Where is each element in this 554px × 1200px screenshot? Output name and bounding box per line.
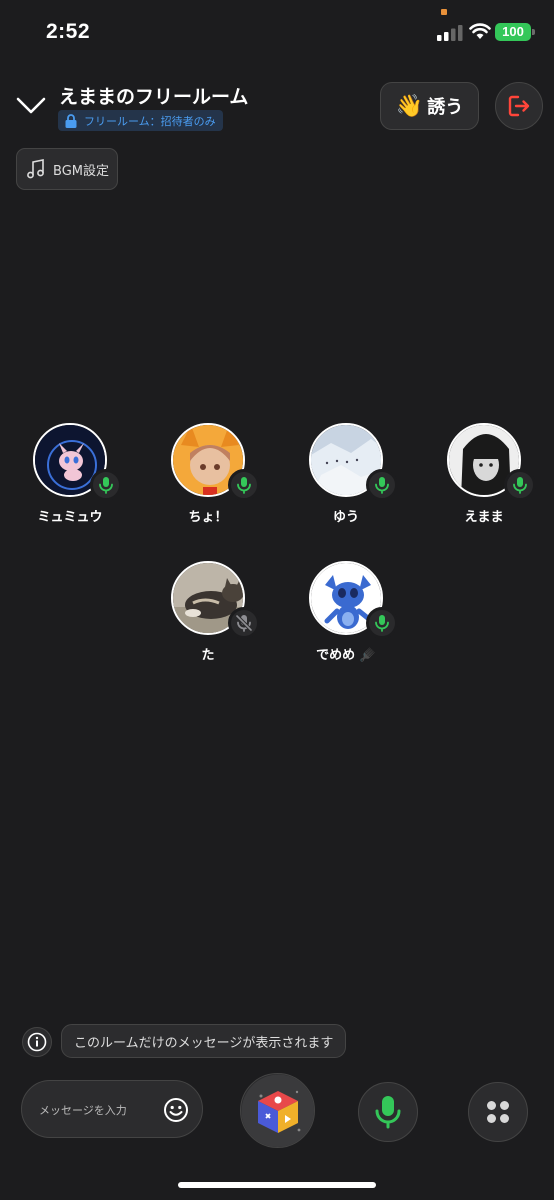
exit-icon	[508, 95, 530, 117]
room-tag-label: フリールーム：招待者のみ	[84, 114, 216, 128]
participant-card[interactable]: ちょ！	[148, 423, 268, 533]
room-info-message: このルームだけのメッセージが表示されます	[61, 1024, 347, 1058]
home-indicator	[178, 1182, 376, 1188]
participant-card[interactable]: ミュミュウ	[10, 423, 130, 533]
participant-name: えまま	[464, 510, 504, 525]
participant-card[interactable]: えまま	[424, 423, 544, 533]
info-icon[interactable]	[22, 1027, 52, 1057]
invite-button[interactable]: 👋 誘う	[380, 82, 479, 130]
message-placeholder: メッセージを入力	[39, 1104, 127, 1117]
mic-status-badge	[228, 469, 260, 501]
grid-dots-icon	[487, 1101, 509, 1123]
lock-icon	[65, 113, 77, 128]
bgm-settings-button[interactable]: BGM設定	[16, 148, 118, 190]
music-note-icon	[27, 159, 44, 179]
mic-status-badge	[366, 469, 398, 501]
game-button[interactable]	[240, 1073, 315, 1148]
info-circle-icon	[27, 1032, 47, 1052]
participant-name: ゆう	[332, 510, 359, 525]
participant-name: た	[201, 648, 215, 663]
microphone-icon	[375, 477, 389, 494]
participant-name: ミュミュウ	[37, 510, 103, 525]
mic-status-badge	[366, 607, 398, 639]
room-privacy-tag: フリールーム：招待者のみ	[58, 110, 223, 131]
more-menu-button[interactable]	[468, 1082, 528, 1142]
microphone-icon	[375, 615, 389, 632]
bgm-label: BGM設定	[53, 163, 109, 179]
battery-cap	[532, 29, 535, 35]
battery-level: 100	[495, 23, 531, 41]
mic-status-badge	[90, 469, 122, 501]
status-bar: 2:52 100	[0, 0, 554, 60]
game-cube-icon	[241, 1074, 314, 1147]
microphone-icon	[375, 1096, 401, 1129]
invite-label: 誘う	[427, 97, 464, 118]
microphone-icon	[99, 477, 113, 494]
microphone-icon	[513, 477, 527, 494]
participant-name: でめめ 🪮	[316, 648, 376, 663]
microphone-toggle-button[interactable]	[358, 1082, 418, 1142]
collapse-chevron-icon[interactable]	[14, 88, 48, 122]
microphone-muted-icon	[235, 614, 253, 632]
room-title: えままのフリールーム	[59, 86, 249, 108]
wifi-icon	[469, 23, 491, 39]
participant-card[interactable]: ゆう	[286, 423, 406, 533]
participant-card[interactable]: た	[148, 561, 268, 671]
privacy-indicator	[441, 9, 447, 15]
participant-name: ちょ！	[188, 510, 228, 525]
mic-status-badge	[228, 607, 260, 639]
cellular-signal-icon	[437, 25, 463, 41]
mic-status-badge	[504, 469, 536, 501]
microphone-icon	[237, 477, 251, 494]
leave-room-button[interactable]	[495, 82, 543, 130]
participant-card[interactable]: でめめ 🪮	[286, 561, 406, 671]
status-time: 2:52	[46, 20, 91, 43]
waving-hand-icon: 👋	[395, 93, 424, 119]
emoji-icon[interactable]	[163, 1097, 189, 1123]
message-input[interactable]: メッセージを入力	[21, 1080, 203, 1138]
